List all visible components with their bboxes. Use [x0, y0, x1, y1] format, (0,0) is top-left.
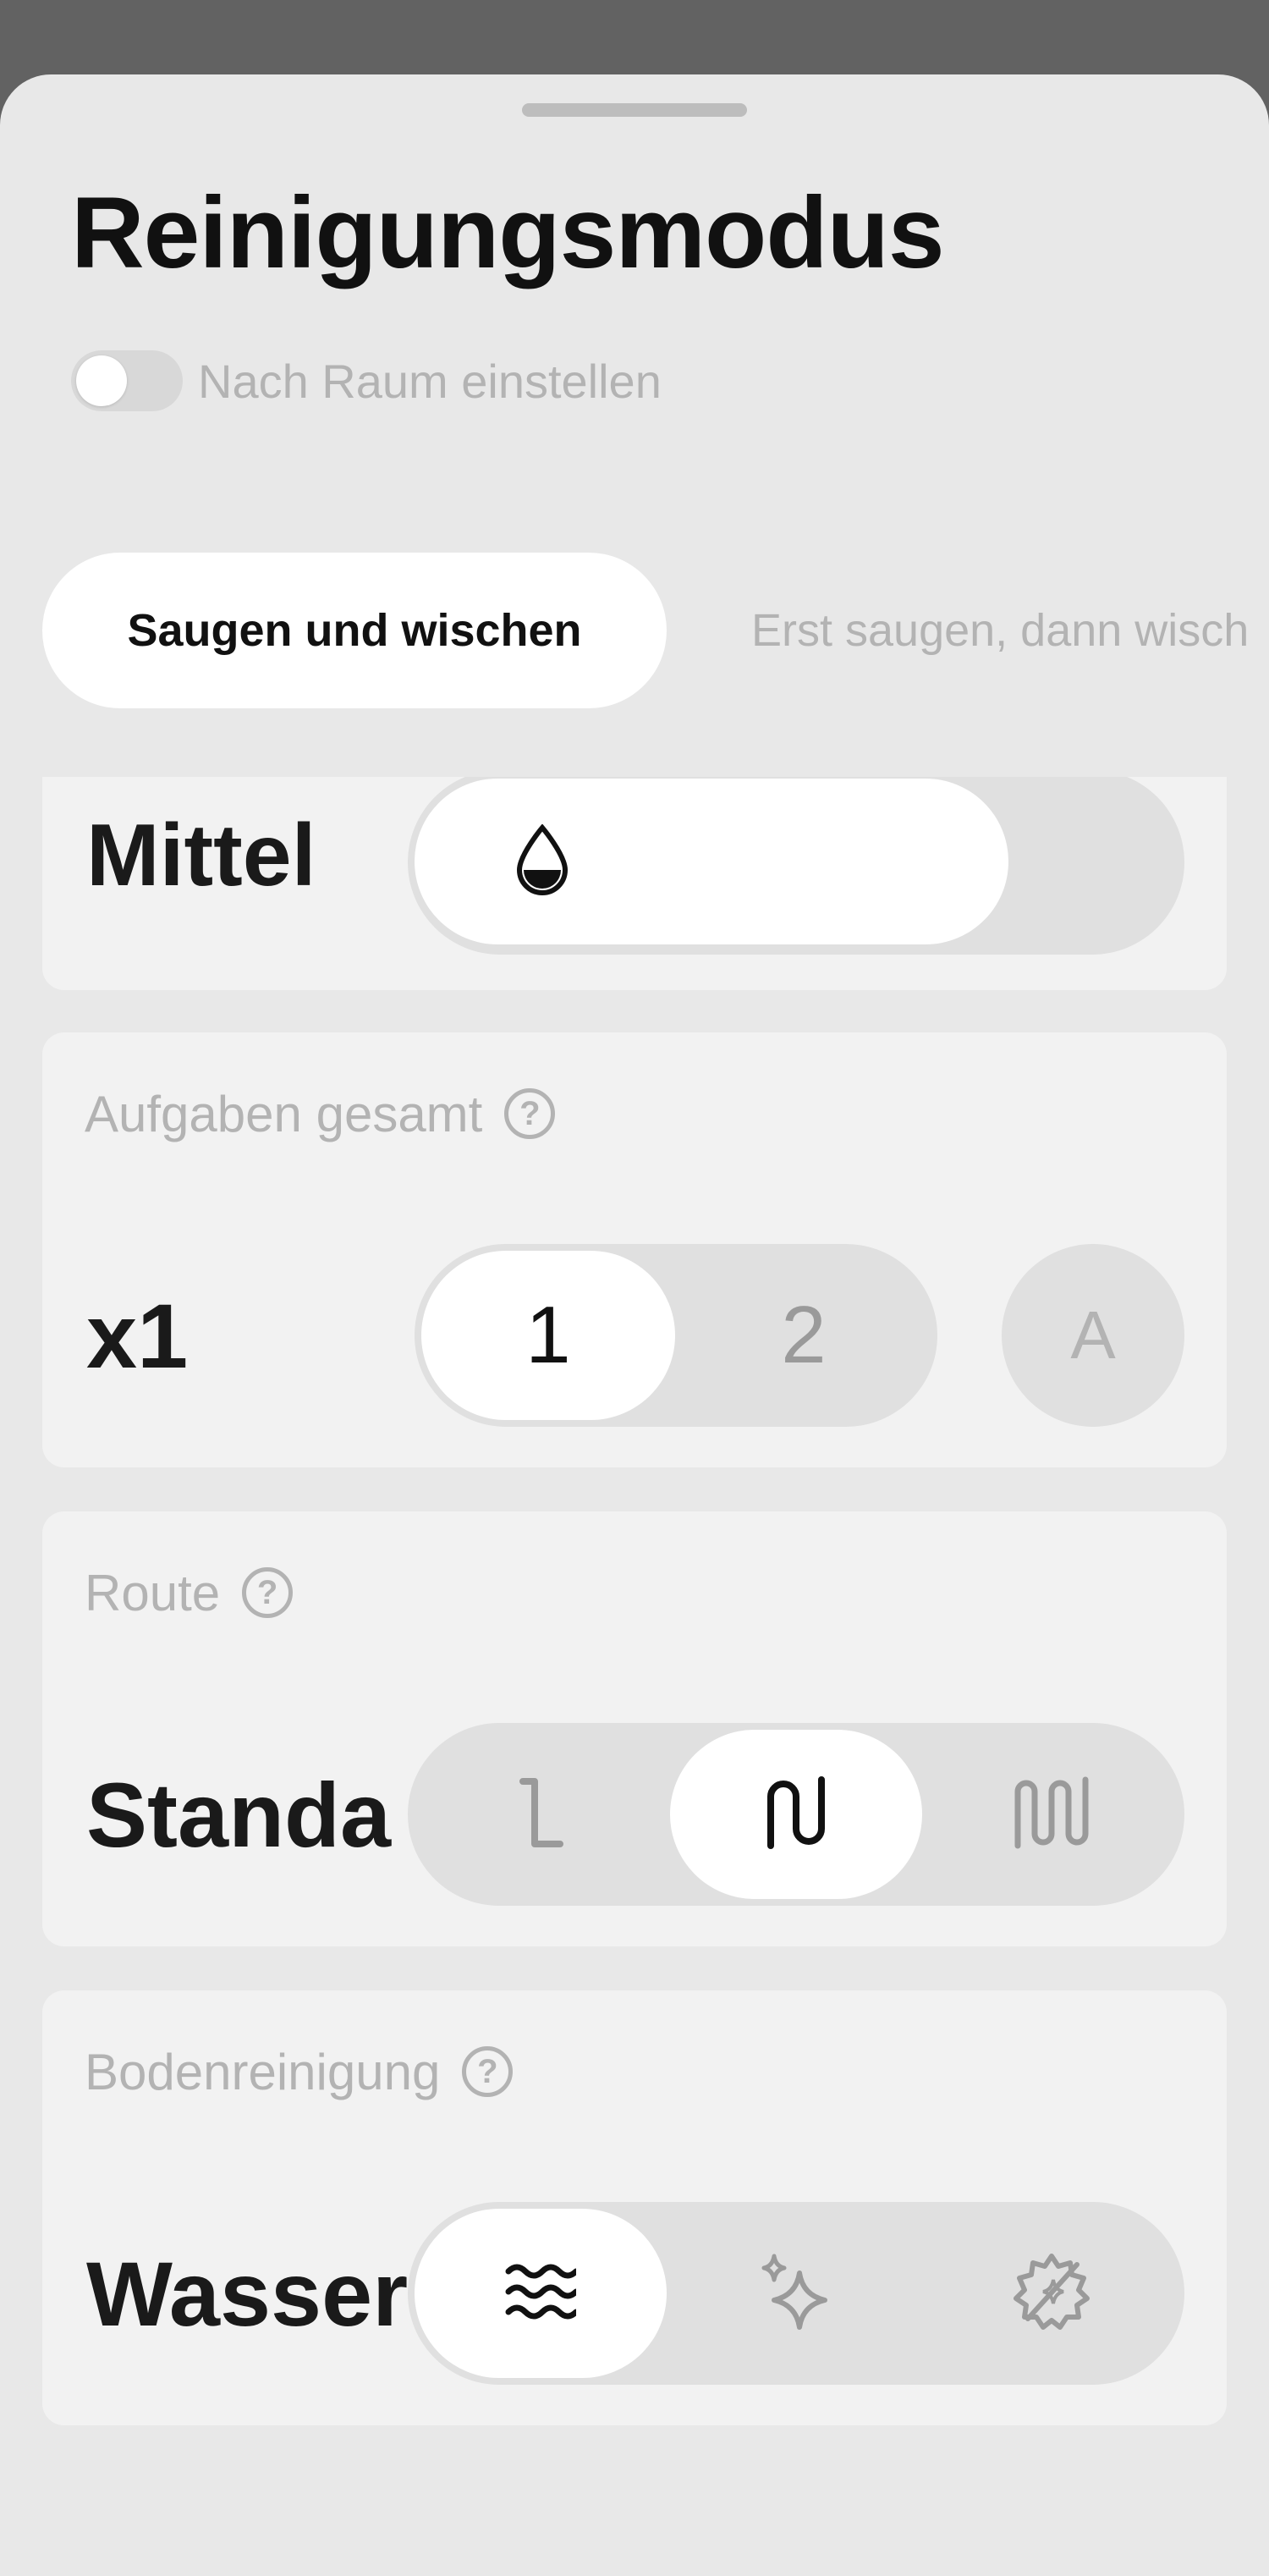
route-option-standard[interactable] [670, 1730, 922, 1899]
route-option-quick[interactable] [415, 1730, 667, 1899]
water-level-value: Mittel [86, 806, 316, 905]
help-icon[interactable]: ? [242, 1567, 294, 1618]
route-quick-icon [511, 1775, 570, 1855]
sparkle-icon [755, 2251, 837, 2337]
route-selector[interactable] [408, 1723, 1184, 1906]
floor-cleaning-label-row: Bodenreinigung ? [85, 2039, 514, 2104]
switch-knob [76, 355, 127, 406]
page-title: Reinigungsmodus [71, 176, 945, 289]
passes-label: Aufgaben gesamt [85, 1085, 483, 1142]
passes-card: Aufgaben gesamt ? x1 1 2 A [42, 1032, 1227, 1467]
passes-option-2[interactable]: 2 [677, 1251, 931, 1420]
water-drop-half-icon [513, 823, 572, 900]
bottom-sheet: Reinigungsmodus Nach Raum einstellen Sau… [0, 74, 1269, 2576]
route-label: Route [85, 1564, 221, 1621]
help-icon[interactable]: ? [504, 1088, 556, 1139]
water-waves-icon [505, 2258, 580, 2330]
passes-option-1[interactable]: 1 [421, 1251, 675, 1420]
drag-handle[interactable] [522, 103, 747, 117]
floor-cleaning-card: Bodenreinigung ? Wasser [42, 1990, 1227, 2425]
route-standard-icon [762, 1775, 830, 1855]
passes-option-label: 2 [781, 1290, 827, 1380]
auto-button[interactable]: A [1002, 1244, 1184, 1427]
toggle-label: Nach Raum einstellen [198, 354, 662, 408]
passes-label-row: Aufgaben gesamt ? [85, 1082, 556, 1146]
route-value: Standa [86, 1764, 392, 1866]
no-sparkle-icon [1011, 2251, 1092, 2337]
water-level-fill [415, 779, 1008, 944]
room-setting-toggle-row: Nach Raum einstellen [71, 350, 662, 411]
floor-option-sparkle[interactable] [670, 2209, 922, 2378]
water-level-card: Mittel [42, 777, 1227, 990]
route-label-row: Route ? [85, 1560, 294, 1625]
floor-cleaning-selector[interactable] [408, 2202, 1184, 2385]
route-option-deep[interactable] [926, 1730, 1178, 1899]
floor-option-no-sparkle[interactable] [926, 2209, 1178, 2378]
floor-cleaning-label: Bodenreinigung [85, 2043, 441, 2100]
tab-vacuum-and-mop[interactable]: Saugen und wischen [42, 553, 667, 708]
route-deep-icon [1011, 1775, 1092, 1855]
help-icon[interactable]: ? [462, 2046, 514, 2097]
tab-vacuum-then-mop[interactable]: Erst saugen, dann wisch [751, 553, 1249, 708]
passes-selector[interactable]: 1 2 [415, 1244, 937, 1427]
passes-value: x1 [86, 1285, 189, 1387]
water-level-slider[interactable] [408, 777, 1184, 955]
floor-cleaning-value: Wasser [86, 2243, 408, 2345]
passes-option-label: 1 [525, 1290, 571, 1380]
route-card: Route ? Standa [42, 1511, 1227, 1946]
room-setting-switch[interactable] [71, 350, 183, 411]
mode-tabs: Saugen und wischen Erst saugen, dann wis… [0, 553, 1269, 708]
floor-option-water[interactable] [415, 2209, 667, 2378]
